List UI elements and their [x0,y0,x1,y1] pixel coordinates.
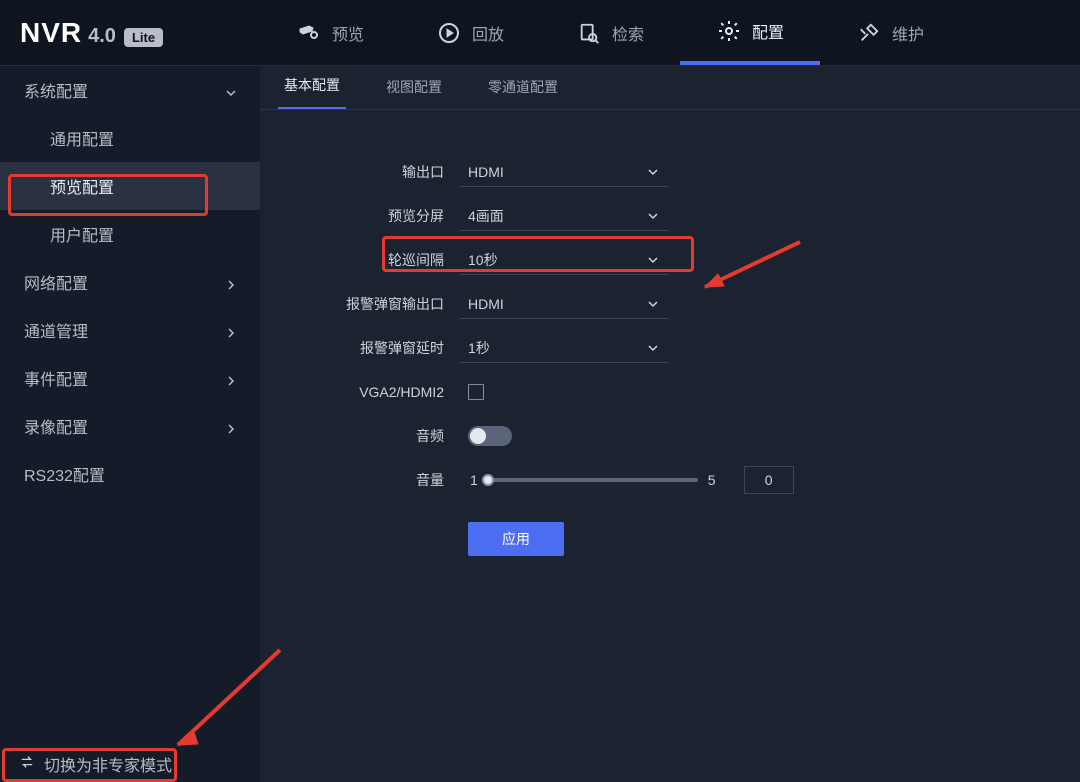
sidebar-item-rs232[interactable]: RS232配置 [0,450,260,498]
apply-label: 应用 [502,531,530,547]
sidebar-item-label: RS232配置 [24,462,105,486]
label-vga: VGA2/HDMI2 [260,384,460,400]
label-patrol: 轮巡间隔 [260,250,460,270]
label-output: 输出口 [260,162,460,182]
tab-label: 基本配置 [284,77,340,93]
nav-playback[interactable]: 回放 [400,0,540,65]
sidebar-item-label: 预览配置 [50,174,114,198]
sidebar-item-label: 通用配置 [50,126,114,150]
brand-badge: Lite [124,28,163,47]
checkbox-vga[interactable] [468,384,484,400]
label-volume: 音量 [260,470,460,490]
brand: NVR 4.0 Lite [0,17,260,49]
sidebar-item-label: 事件配置 [24,366,88,390]
brand-main: NVR [20,17,82,49]
volume-min: 1 [470,472,478,488]
sidebar-item-label: 用户配置 [50,222,114,246]
select-alarm-delay[interactable]: 1秒 [460,333,668,363]
sidebar-item-label: 通道管理 [24,318,88,342]
chevron-right-icon [226,421,236,431]
toggle-audio[interactable] [468,426,512,446]
top-bar: NVR 4.0 Lite 预览 回放 检索 配置 [0,0,1080,66]
label-audio: 音频 [260,426,460,446]
chevron-down-icon [226,85,236,95]
label-split: 预览分屏 [260,206,460,226]
select-value: 1秒 [468,338,490,358]
tools-icon [856,20,882,46]
tab-view[interactable]: 视图配置 [380,65,448,109]
expert-mode-label: 切换为非专家模式 [44,752,172,776]
select-value: HDMI [468,164,504,180]
select-value: 4画面 [468,206,504,226]
main: 系统配置 通用配置 预览配置 用户配置 网络配置 通道管理 事件配置 录像配置 [0,66,1080,782]
volume-control: 1 5 [460,466,794,494]
chevron-right-icon [226,277,236,287]
tab-label: 视图配置 [386,79,442,95]
sidebar-item-event[interactable]: 事件配置 [0,354,260,402]
chevron-down-icon [648,296,658,312]
nav-preview[interactable]: 预览 [260,0,400,65]
tab-zero[interactable]: 零通道配置 [482,65,564,109]
top-nav: 预览 回放 检索 配置 维护 [260,0,960,65]
chevron-down-icon [648,164,658,180]
nav-playback-label: 回放 [472,21,504,45]
gear-icon [716,18,742,44]
chevron-right-icon [226,325,236,335]
chevron-down-icon [648,252,658,268]
sidebar-item-network[interactable]: 网络配置 [0,258,260,306]
content: 基本配置 视图配置 零通道配置 输出口 HDMI 预览分屏 4画面 轮巡间隔 [260,66,1080,782]
tab-label: 零通道配置 [488,79,558,95]
chevron-down-icon [648,340,658,356]
file-search-icon [576,20,602,46]
label-alarm-delay: 报警弹窗延时 [260,338,460,358]
sidebar: 系统配置 通用配置 预览配置 用户配置 网络配置 通道管理 事件配置 录像配置 [0,66,260,782]
sidebar-item-preview[interactable]: 预览配置 [0,162,260,210]
form: 输出口 HDMI 预览分屏 4画面 轮巡间隔 10秒 [260,110,1080,556]
sidebar-item-label: 录像配置 [24,414,88,438]
select-patrol[interactable]: 10秒 [460,245,668,275]
select-value: HDMI [468,296,504,312]
sidebar-item-general[interactable]: 通用配置 [0,114,260,162]
nav-maintain[interactable]: 维护 [820,0,960,65]
sidebar-item-label: 系统配置 [24,78,88,102]
slider-thumb[interactable] [482,474,494,486]
nav-maintain-label: 维护 [892,21,924,45]
sidebar-item-system[interactable]: 系统配置 [0,66,260,114]
volume-slider[interactable] [488,478,698,482]
expert-mode-toggle[interactable]: 切换为非专家模式 [0,746,260,782]
select-alarm-out[interactable]: HDMI [460,289,668,319]
chevron-right-icon [226,373,236,383]
nav-config[interactable]: 配置 [680,0,820,65]
sidebar-item-user[interactable]: 用户配置 [0,210,260,258]
nav-search[interactable]: 检索 [540,0,680,65]
select-output[interactable]: HDMI [460,157,668,187]
camera-icon [296,20,322,46]
nav-preview-label: 预览 [332,21,364,45]
brand-sub: 4.0 [88,25,116,48]
select-split[interactable]: 4画面 [460,201,668,231]
volume-input[interactable] [744,466,794,494]
apply-button[interactable]: 应用 [468,522,564,556]
chevron-down-icon [648,208,658,224]
label-alarm-out: 报警弹窗输出口 [260,294,460,314]
tabs: 基本配置 视图配置 零通道配置 [260,66,1080,110]
nav-search-label: 检索 [612,21,644,45]
tab-basic[interactable]: 基本配置 [278,63,346,109]
sidebar-item-channel[interactable]: 通道管理 [0,306,260,354]
play-circle-icon [436,20,462,46]
swap-icon [20,755,34,774]
sidebar-item-record[interactable]: 录像配置 [0,402,260,450]
volume-max: 5 [708,472,716,488]
sidebar-item-label: 网络配置 [24,270,88,294]
nav-config-label: 配置 [752,19,784,43]
select-value: 10秒 [468,250,498,270]
